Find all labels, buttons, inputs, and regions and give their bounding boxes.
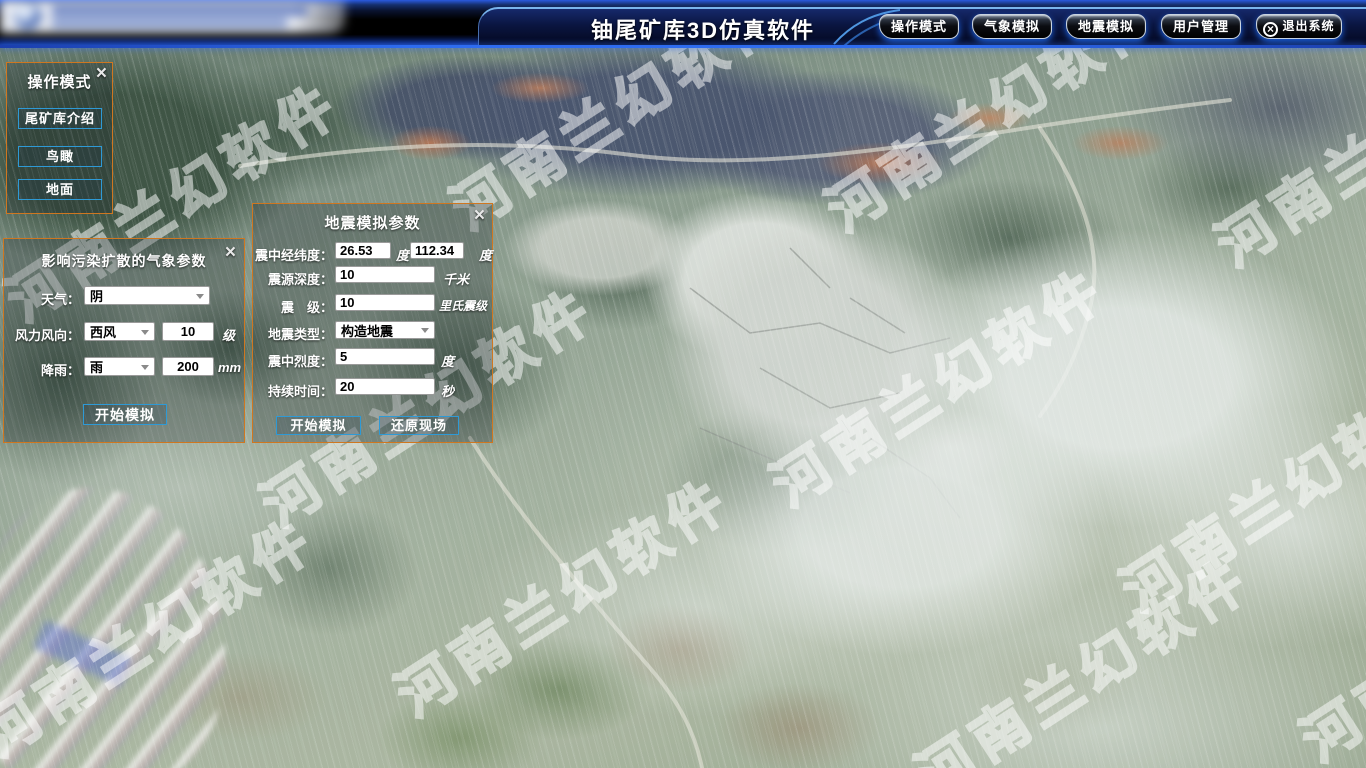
earthquake-params-panel: 地震模拟参数 × 震中经纬度： 度 度 震源深度： 千米 震 级： 里氏震级 地… bbox=[252, 203, 493, 443]
magnitude-input[interactable] bbox=[335, 294, 435, 311]
weather-params-panel: 影响污染扩散的气象参数 × 天气： 阴 风力风向： 西风 级 降雨： 雨 mm … bbox=[3, 238, 245, 443]
epicenter-label: 震中经纬度： bbox=[253, 245, 333, 264]
rain-amount-input[interactable] bbox=[162, 357, 214, 376]
wind-force-input[interactable] bbox=[162, 322, 214, 341]
quake-type-label: 地震类型： bbox=[253, 324, 333, 343]
nav-operation-mode-button[interactable]: 操作模式 bbox=[879, 14, 959, 39]
duration-input[interactable] bbox=[335, 378, 435, 395]
title-bar: 铀尾矿库3D仿真软件 操作模式 气象模拟 地震模拟 用户管理 × 退出系统 bbox=[0, 0, 1366, 48]
ground-view-button[interactable]: 地面 bbox=[18, 179, 102, 200]
intensity-input[interactable] bbox=[335, 348, 435, 365]
quake-type-value: 构造地震 bbox=[341, 321, 393, 340]
weather-start-sim-button[interactable]: 开始模拟 bbox=[83, 404, 167, 425]
nav-earthquake-sim-button[interactable]: 地震模拟 bbox=[1066, 14, 1146, 39]
rain-type-select[interactable]: 雨 bbox=[84, 357, 155, 376]
epicenter-lat-unit: 度 bbox=[479, 245, 492, 264]
logo-text-line bbox=[52, 6, 307, 15]
restore-scene-button[interactable]: 还原现场 bbox=[379, 416, 459, 435]
depth-input[interactable] bbox=[335, 266, 435, 283]
close-icon[interactable]: × bbox=[225, 245, 236, 261]
magnitude-label: 震 级： bbox=[253, 297, 333, 316]
close-icon[interactable]: × bbox=[474, 208, 485, 224]
depth-label: 震源深度： bbox=[253, 269, 333, 288]
exit-label: 退出系统 bbox=[1282, 19, 1334, 33]
quake-start-sim-button[interactable]: 开始模拟 bbox=[276, 416, 361, 435]
earthquake-panel-title: 地震模拟参数 bbox=[253, 212, 492, 233]
chevron-down-icon bbox=[141, 365, 149, 370]
weather-label: 天气： bbox=[4, 289, 80, 308]
rain-type-value: 雨 bbox=[90, 357, 103, 376]
epicenter-lng-unit: 度 bbox=[396, 245, 409, 264]
magnitude-unit: 里氏震级 bbox=[439, 297, 487, 314]
nav-exit-system-button[interactable]: × 退出系统 bbox=[1256, 14, 1342, 39]
epicenter-lat-input[interactable] bbox=[410, 242, 464, 259]
app-window: 河南兰幻软件 河南兰幻软件 河南兰幻软件 河南兰幻软件 河南兰幻软件 河南兰幻软… bbox=[0, 0, 1366, 768]
company-logo bbox=[0, 0, 345, 33]
depth-unit: 千米 bbox=[443, 269, 469, 288]
rain-label: 降雨： bbox=[4, 360, 80, 379]
close-icon[interactable]: × bbox=[96, 66, 107, 82]
chevron-down-icon bbox=[421, 328, 429, 333]
operation-mode-panel: 操作模式 × 尾矿库介绍 鸟瞰 地面 bbox=[6, 62, 113, 214]
chevron-down-icon bbox=[196, 294, 204, 299]
circle-x-icon: × bbox=[1263, 22, 1278, 37]
wind-direction-value: 西风 bbox=[90, 322, 116, 341]
nav-user-management-button[interactable]: 用户管理 bbox=[1161, 14, 1241, 39]
duration-unit: 秒 bbox=[441, 381, 454, 400]
wind-direction-select[interactable]: 西风 bbox=[84, 322, 155, 341]
chevron-down-icon bbox=[141, 330, 149, 335]
nav-weather-sim-button[interactable]: 气象模拟 bbox=[972, 14, 1052, 39]
epicenter-lng-input[interactable] bbox=[335, 242, 391, 259]
quake-type-select[interactable]: 构造地震 bbox=[335, 321, 435, 339]
app-title: 铀尾矿库3D仿真软件 bbox=[478, 13, 928, 45]
rain-amount-unit: mm bbox=[218, 360, 241, 375]
intensity-unit: 度 bbox=[441, 351, 454, 370]
weather-panel-title: 影响污染扩散的气象参数 bbox=[4, 251, 244, 271]
weather-select[interactable]: 阴 bbox=[84, 286, 210, 305]
weather-select-value: 阴 bbox=[90, 286, 103, 305]
logo-text-line bbox=[52, 19, 287, 27]
duration-label: 持续时间： bbox=[253, 381, 333, 400]
logo-badge-icon bbox=[14, 2, 41, 29]
tailings-intro-button[interactable]: 尾矿库介绍 bbox=[18, 108, 102, 129]
intensity-label: 震中烈度： bbox=[253, 351, 333, 370]
wind-force-unit: 级 bbox=[222, 325, 235, 344]
wind-label: 风力风向： bbox=[4, 325, 80, 344]
bird-view-button[interactable]: 鸟瞰 bbox=[18, 146, 102, 167]
